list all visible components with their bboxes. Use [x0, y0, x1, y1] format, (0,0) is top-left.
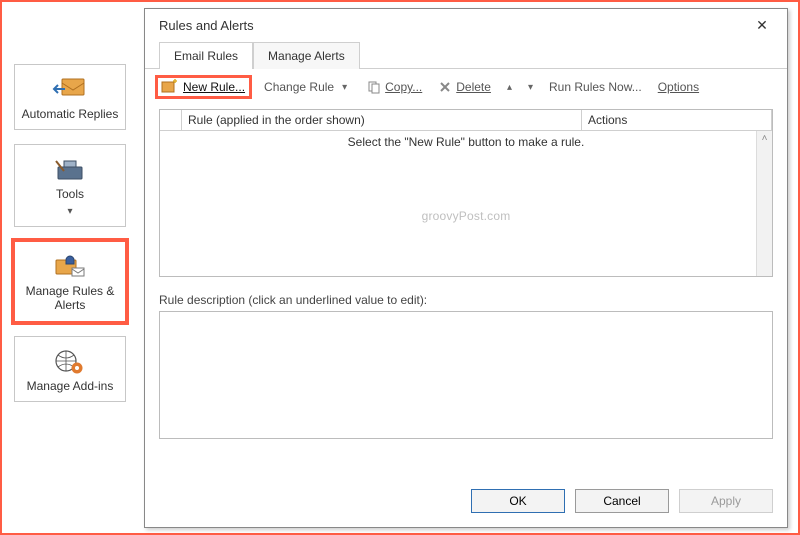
rules-list-header: Rule (applied in the order shown) Action…	[160, 110, 772, 131]
column-rule-label: Rule (applied in the order shown)	[188, 113, 365, 127]
move-down-button[interactable]: ▾	[524, 82, 537, 93]
scroll-up-caret-icon: ˄	[762, 131, 768, 144]
column-rule[interactable]: Rule (applied in the order shown)	[182, 110, 582, 130]
copy-label: Copy...	[385, 80, 422, 94]
delete-button[interactable]: Delete	[434, 78, 495, 96]
cancel-button[interactable]: Cancel	[575, 489, 669, 513]
move-up-button[interactable]: ▴	[503, 82, 516, 93]
dropdown-caret-icon: ▾	[67, 206, 72, 218]
manage-rules-alerts-label: Manage Rules & Alerts	[19, 284, 121, 313]
rules-toolbar: New Rule... Change Rule ▾ Copy...	[145, 69, 787, 105]
ok-button[interactable]: OK	[471, 489, 565, 513]
rules-alerts-icon	[52, 252, 88, 280]
manage-rules-alerts-button[interactable]: Manage Rules & Alerts	[14, 241, 126, 322]
copy-icon	[367, 80, 381, 94]
automatic-replies-button[interactable]: Automatic Replies	[14, 64, 126, 130]
backstage-sidebar: Automatic Replies Tools ▾	[14, 64, 126, 402]
column-actions[interactable]: Actions	[582, 110, 772, 130]
dialog-tabs: Email Rules Manage Alerts	[145, 41, 787, 69]
rules-list: Rule (applied in the order shown) Action…	[159, 109, 773, 277]
copy-button[interactable]: Copy...	[363, 78, 426, 96]
options-label: Options	[658, 80, 699, 94]
empty-rules-hint: Select the "New Rule" button to make a r…	[160, 135, 772, 149]
manage-addins-label: Manage Add-ins	[27, 379, 114, 393]
tools-label: Tools	[56, 187, 84, 201]
change-rule-label: Change Rule	[264, 80, 334, 94]
delete-label: Delete	[456, 80, 491, 94]
change-rule-button[interactable]: Change Rule ▾	[260, 78, 355, 96]
new-rule-icon	[161, 79, 179, 95]
delete-icon	[438, 80, 452, 94]
tab-label: Email Rules	[174, 49, 238, 63]
tab-manage-alerts[interactable]: Manage Alerts	[253, 42, 360, 69]
run-rules-now-button[interactable]: Run Rules Now...	[545, 78, 646, 96]
close-icon: ✕	[756, 17, 768, 34]
dialog-button-row: OK Cancel Apply	[145, 479, 787, 527]
tools-button[interactable]: Tools ▾	[14, 144, 126, 226]
manage-addins-button[interactable]: Manage Add-ins	[14, 336, 126, 402]
apply-button: Apply	[679, 489, 773, 513]
options-button[interactable]: Options	[654, 78, 703, 96]
dialog-titlebar: Rules and Alerts ✕	[145, 9, 787, 41]
rules-list-body: Select the "New Rule" button to make a r…	[160, 131, 772, 276]
new-rule-label: New Rule...	[183, 80, 245, 94]
rule-description-box[interactable]	[159, 311, 773, 439]
toolbox-icon	[52, 155, 88, 183]
watermark-text: groovyPost.com	[160, 209, 772, 223]
automatic-replies-label: Automatic Replies	[22, 107, 119, 121]
rules-alerts-dialog: Rules and Alerts ✕ Email Rules Manage Al…	[144, 8, 788, 528]
column-checkbox[interactable]	[160, 110, 182, 130]
dialog-title: Rules and Alerts	[159, 18, 747, 33]
vertical-scrollbar[interactable]: ˄	[756, 131, 772, 276]
new-rule-button[interactable]: New Rule...	[155, 75, 252, 99]
rule-description-label: Rule description (click an underlined va…	[159, 293, 773, 307]
column-actions-label: Actions	[588, 113, 627, 127]
tab-label: Manage Alerts	[268, 49, 345, 63]
close-button[interactable]: ✕	[747, 13, 777, 37]
dropdown-caret-icon: ▾	[338, 82, 351, 93]
tab-email-rules[interactable]: Email Rules	[159, 42, 253, 69]
run-rules-now-label: Run Rules Now...	[549, 80, 642, 94]
reply-icon	[52, 75, 88, 103]
addins-icon	[52, 347, 88, 375]
